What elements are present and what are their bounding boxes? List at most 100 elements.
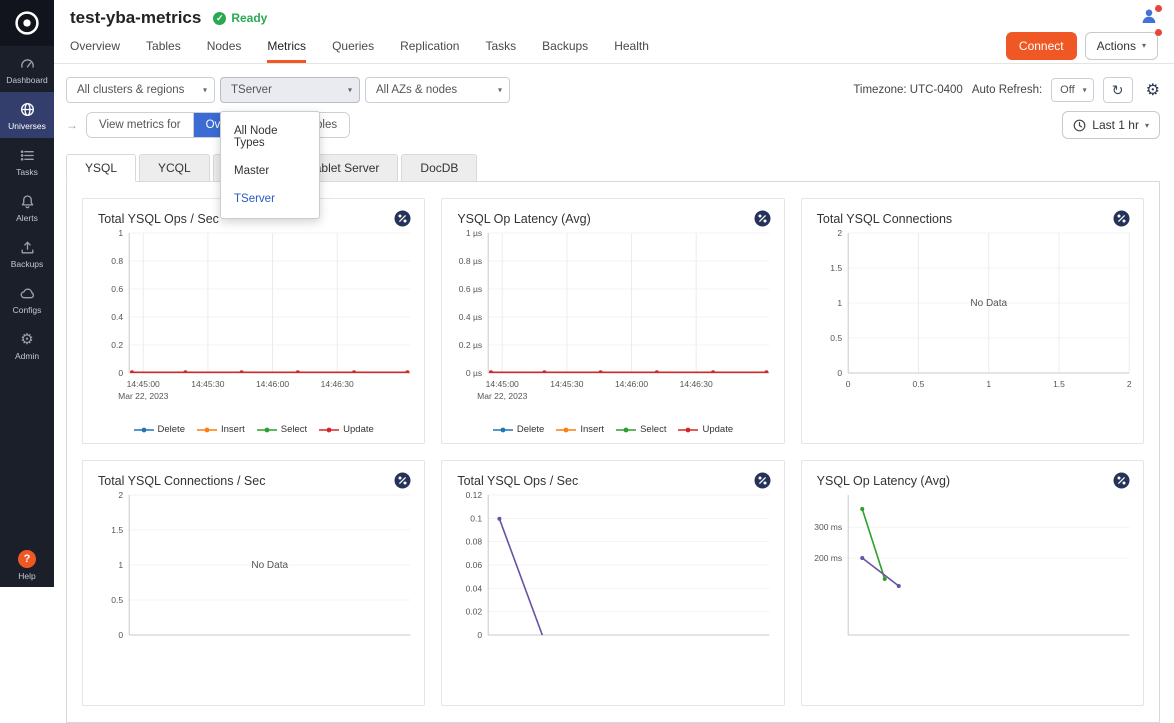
clusters-regions-select[interactable]: All clusters & regions ▾ bbox=[66, 77, 215, 103]
dropdown-option-master[interactable]: Master bbox=[221, 157, 319, 185]
legend-label: Insert bbox=[221, 424, 245, 435]
sidebar-item-backups[interactable]: Backups bbox=[0, 230, 54, 276]
chart-options-icon[interactable] bbox=[1113, 472, 1130, 489]
legend-item[interactable]: Delete bbox=[134, 424, 185, 435]
tab-replication[interactable]: Replication bbox=[400, 28, 459, 63]
connect-button[interactable]: Connect bbox=[1006, 32, 1077, 60]
chart-card-total-ysql-connections-sec: Total YSQL Connections / Sec 21.510.50No… bbox=[82, 460, 425, 706]
svg-text:14:45:00: 14:45:00 bbox=[127, 379, 160, 389]
legend-item[interactable]: Select bbox=[257, 424, 307, 435]
sidebar-item-tasks[interactable]: Tasks bbox=[0, 138, 54, 184]
yugabyte-logo[interactable] bbox=[0, 0, 54, 46]
chevron-down-icon: ▾ bbox=[498, 86, 502, 95]
chart-options-icon[interactable] bbox=[394, 210, 411, 227]
clusters-regions-value: All clusters & regions bbox=[77, 84, 184, 96]
clock-icon bbox=[1073, 119, 1086, 132]
svg-text:200 ms: 200 ms bbox=[814, 553, 842, 563]
chart-options-icon[interactable] bbox=[394, 472, 411, 489]
legend-item[interactable]: Delete bbox=[493, 424, 544, 435]
sidebar-item-help[interactable]: ? Help bbox=[0, 550, 54, 581]
legend-item[interactable]: Update bbox=[319, 424, 374, 435]
user-profile-button[interactable] bbox=[1140, 7, 1158, 25]
svg-text:No Data: No Data bbox=[251, 560, 288, 571]
chevron-down-icon: ▾ bbox=[1145, 121, 1149, 130]
app-root: Dashboard Universes Tasks Alerts Backups bbox=[0, 0, 1174, 587]
legend-item[interactable]: Insert bbox=[556, 424, 604, 435]
chart-plot: 10.80.60.40.2014:45:00Mar 22, 202314:45:… bbox=[83, 227, 424, 413]
legend-label: Delete bbox=[517, 424, 544, 435]
svg-text:0.8: 0.8 bbox=[111, 256, 123, 266]
arrow-right-icon: → bbox=[66, 118, 78, 132]
azs-nodes-select[interactable]: All AZs & nodes ▾ bbox=[365, 77, 510, 103]
sidebar-item-label: Dashboard bbox=[6, 75, 48, 85]
tab-nodes[interactable]: Nodes bbox=[207, 28, 242, 63]
svg-text:14:46:00: 14:46:00 bbox=[615, 379, 648, 389]
chart-legend bbox=[83, 697, 424, 705]
svg-text:0.4 µs: 0.4 µs bbox=[459, 312, 482, 322]
time-range-button[interactable]: Last 1 hr ▾ bbox=[1062, 111, 1160, 139]
chart-card-total-ysql-ops-2: Total YSQL Ops / Sec 0.120.10.080.060.04… bbox=[441, 460, 784, 706]
auto-refresh-select[interactable]: Off ▾ bbox=[1051, 78, 1093, 102]
svg-text:14:46:30: 14:46:30 bbox=[321, 379, 354, 389]
dashboard-icon bbox=[18, 54, 36, 72]
svg-text:0.06: 0.06 bbox=[466, 560, 483, 570]
sidebar-item-universes[interactable]: Universes bbox=[0, 92, 54, 138]
svg-text:0.2: 0.2 bbox=[111, 340, 123, 350]
svg-text:0: 0 bbox=[118, 368, 123, 378]
chart-plot: 1 µs0.8 µs0.6 µs0.4 µs0.2 µs0 µs14:45:00… bbox=[442, 227, 783, 413]
legend-item[interactable]: Select bbox=[616, 424, 666, 435]
sidebar-item-label: Tasks bbox=[16, 167, 38, 177]
settings-gear-icon[interactable]: ⚙ bbox=[1146, 80, 1160, 100]
sidebar-item-admin[interactable]: ⚙ Admin bbox=[0, 322, 54, 368]
sidebar-item-alerts[interactable]: Alerts bbox=[0, 184, 54, 230]
metric-tab-ycql[interactable]: YCQL bbox=[139, 154, 210, 182]
status-text: Ready bbox=[231, 11, 267, 25]
chart-legend: Delete Insert Select Update bbox=[83, 424, 424, 443]
chart-card-total-ysql-ops: Total YSQL Ops / Sec 10.80.60.40.2014:45… bbox=[82, 198, 425, 444]
chart-plot: 300 ms200 ms bbox=[802, 489, 1143, 675]
metric-tab-docdb[interactable]: DocDB bbox=[401, 154, 477, 182]
node-type-select[interactable]: TServer ▾ bbox=[220, 77, 360, 103]
sidebar-item-dashboard[interactable]: Dashboard bbox=[0, 46, 54, 92]
chart-title: Total YSQL Connections bbox=[817, 212, 953, 226]
chart-options-icon[interactable] bbox=[754, 472, 771, 489]
tab-health[interactable]: Health bbox=[614, 28, 649, 63]
chart-title: Total YSQL Ops / Sec bbox=[98, 212, 219, 226]
svg-text:1: 1 bbox=[986, 379, 991, 389]
refresh-button[interactable]: ↻ bbox=[1103, 77, 1133, 103]
legend-label: Select bbox=[640, 424, 666, 435]
tab-metrics[interactable]: Metrics bbox=[267, 28, 306, 63]
chart-plot: 21.510.5000.511.52No Data bbox=[802, 227, 1143, 413]
node-type-value: TServer bbox=[231, 84, 272, 96]
tab-overview[interactable]: Overview bbox=[70, 28, 120, 63]
legend-item[interactable]: Insert bbox=[197, 424, 245, 435]
svg-text:0.4: 0.4 bbox=[111, 312, 123, 322]
chevron-down-icon: ▾ bbox=[1142, 41, 1146, 50]
svg-text:14:46:30: 14:46:30 bbox=[680, 379, 713, 389]
actions-button[interactable]: Actions ▾ bbox=[1085, 32, 1158, 60]
header-actions: Connect Actions ▾ bbox=[1006, 32, 1158, 60]
svg-text:0.12: 0.12 bbox=[466, 490, 483, 500]
svg-text:0.1: 0.1 bbox=[471, 513, 483, 523]
tab-tasks[interactable]: Tasks bbox=[485, 28, 516, 63]
metric-tab-ysql[interactable]: YSQL bbox=[66, 154, 136, 182]
chart-plot: 21.510.50No Data bbox=[83, 489, 424, 675]
auto-refresh-label: Auto Refresh: bbox=[972, 84, 1042, 96]
svg-text:1: 1 bbox=[118, 560, 123, 570]
svg-text:0: 0 bbox=[837, 368, 842, 378]
chart-title: YSQL Op Latency (Avg) bbox=[817, 474, 950, 488]
chart-options-icon[interactable] bbox=[1113, 210, 1130, 227]
tasks-list-icon bbox=[18, 146, 36, 164]
cloud-icon bbox=[18, 284, 36, 302]
svg-text:0: 0 bbox=[845, 379, 850, 389]
dropdown-option-all-node-types[interactable]: All Node Types bbox=[221, 117, 319, 157]
tab-tables[interactable]: Tables bbox=[146, 28, 181, 63]
dropdown-option-tserver[interactable]: TServer bbox=[221, 185, 319, 213]
sidebar-item-configs[interactable]: Configs bbox=[0, 276, 54, 322]
tab-backups[interactable]: Backups bbox=[542, 28, 588, 63]
svg-text:14:45:30: 14:45:30 bbox=[551, 379, 584, 389]
tab-queries[interactable]: Queries bbox=[332, 28, 374, 63]
svg-text:0.2 µs: 0.2 µs bbox=[459, 340, 482, 350]
legend-item[interactable]: Update bbox=[678, 424, 733, 435]
chart-options-icon[interactable] bbox=[754, 210, 771, 227]
